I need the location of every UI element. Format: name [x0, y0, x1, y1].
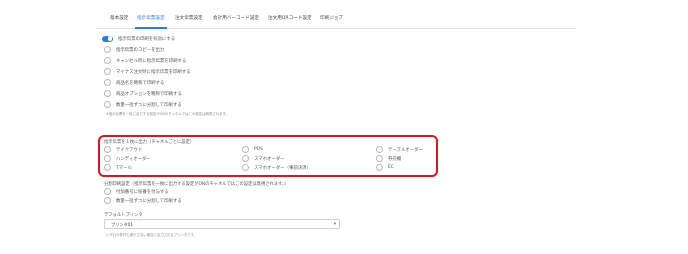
printer-note: いずれの条件も満たさない場合に出力されるプリンタです。 — [106, 233, 198, 237]
checkbox-smartphone-prepaid[interactable] — [242, 164, 249, 171]
tab-checkout-barcode[interactable]: 会計用バーコード設定 — [213, 15, 259, 21]
enable-print-toggle[interactable] — [102, 35, 113, 42]
tab-print-jobs[interactable]: 印刷ジョブ — [320, 15, 343, 21]
default-printer-select[interactable]: プリンタ01 ▾ — [104, 219, 340, 229]
channel-label: ハンディオーダー — [116, 156, 151, 162]
checkbox-ticket-machine[interactable] — [376, 155, 383, 162]
tab-basic[interactable]: 基本設定 — [110, 15, 128, 21]
option-print-on-cancel[interactable]: キャンセル時に指示伝票を印刷する — [104, 56, 186, 65]
option-label: 商品名を略称で印刷する — [116, 80, 165, 86]
channel-item-smartphone-order[interactable]: スマホオーダー — [242, 154, 285, 163]
checkbox-branch-number[interactable] — [104, 188, 111, 195]
default-printer-label: デフォルトプリンタ — [104, 213, 143, 218]
option-enable-print[interactable]: 指示伝票の印刷を有効にする — [102, 34, 176, 43]
checkbox-table-order[interactable] — [376, 146, 383, 153]
channel-label: テーブルオーダー — [388, 147, 423, 153]
option-copy-output[interactable]: 指示伝票のコピーを出力 — [104, 45, 164, 54]
checkbox-smartphone-order[interactable] — [242, 155, 249, 162]
chevron-down-icon: ▾ — [333, 221, 336, 227]
channel-label: スマホオーダー（事前決済） — [254, 165, 311, 171]
option-note: ※指示伝票を一枚に出力する設定がONのチャネルではこの設定は無視されます。 — [106, 112, 229, 116]
active-tab-indicator — [135, 27, 167, 29]
checkbox-takeout[interactable] — [104, 146, 111, 153]
checkbox-split-quantity[interactable] — [104, 101, 111, 108]
checkbox-pos[interactable] — [242, 146, 249, 153]
option-split-quantity[interactable]: 数量一括ずつに分割して印刷する — [104, 100, 182, 109]
channel-item-ticket-machine[interactable]: 券売機 — [376, 154, 401, 163]
option-label: 指示伝票のコピーを出力 — [116, 47, 165, 53]
channel-item-ec[interactable]: EC — [376, 163, 394, 172]
tab-order-slip[interactable]: 注文伝票設定 — [175, 15, 203, 21]
channel-item-pos[interactable]: POS — [242, 145, 263, 154]
checkbox-copy-output[interactable] — [104, 46, 111, 53]
checkbox-split-quantity-2[interactable] — [104, 197, 111, 204]
default-printer-value: プリンタ01 — [111, 222, 134, 227]
channel-label: POS — [254, 147, 263, 152]
option-short-product-option[interactable]: 商品オプションを略称で印刷する — [104, 89, 182, 98]
checkbox-handy-order[interactable] — [104, 155, 111, 162]
checkbox-t-mall[interactable] — [104, 164, 111, 171]
checkbox-print-on-cancel[interactable] — [104, 57, 111, 64]
checkbox-ec[interactable] — [376, 164, 383, 171]
checkbox-short-product-name[interactable] — [104, 79, 111, 86]
checkbox-print-on-minus-order[interactable] — [104, 68, 111, 75]
channel-label: スマホオーダー — [254, 156, 285, 162]
channel-label: EC — [388, 165, 394, 170]
option-label: 数量一括ずつに分割して印刷する — [116, 102, 182, 108]
option-short-product-name[interactable]: 商品名を略称で印刷する — [104, 78, 164, 87]
settings-tabs: 基本設定 指示伝票設定 注文伝票設定 会計用バーコード設定 注文用QRコード設定… — [96, 11, 576, 29]
option-label: 数量一括ずつに分割して印刷する — [116, 198, 182, 204]
option-label: 商品オプションを略称で印刷する — [116, 91, 182, 97]
channel-label: Tマール — [116, 165, 132, 171]
option-split-quantity-2[interactable]: 数量一括ずつに分割して印刷する — [104, 196, 182, 205]
option-label: 指示伝票の印刷を有効にする — [118, 36, 176, 42]
option-label: キャンセル時に指示伝票を印刷する — [116, 58, 187, 64]
option-label: 付加番号に枝番を付与する — [116, 189, 169, 195]
channel-item-table-order[interactable]: テーブルオーダー — [376, 145, 423, 154]
option-label: マイナス注文時に指示伝票を印刷する — [116, 69, 191, 75]
channel-item-handy-order[interactable]: ハンディオーダー — [104, 154, 151, 163]
channel-label: 券売機 — [388, 156, 402, 162]
channel-item-takeout[interactable]: テイクアウト — [104, 145, 142, 154]
option-branch-number[interactable]: 付加番号に枝番を付与する — [104, 187, 169, 196]
tab-order-qr[interactable]: 注文用QRコード設定 — [268, 15, 312, 21]
option-print-on-minus-order[interactable]: マイナス注文時に指示伝票を印刷する — [104, 67, 191, 76]
channel-label: テイクアウト — [116, 147, 143, 153]
channel-item-t-mall[interactable]: Tマール — [104, 163, 132, 172]
checkbox-short-product-option[interactable] — [104, 90, 111, 97]
channel-item-smartphone-prepaid[interactable]: スマホオーダー（事前決済） — [242, 163, 311, 172]
tab-instruction-slip[interactable]: 指示伝票設定 — [137, 15, 165, 21]
